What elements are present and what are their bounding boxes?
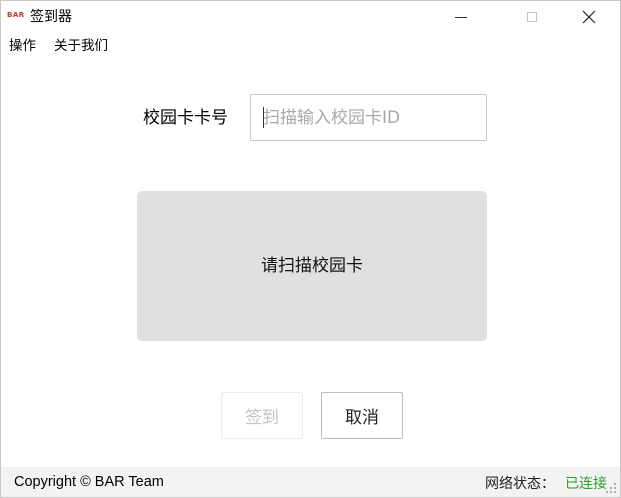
minimize-button[interactable]	[438, 1, 484, 33]
app-logo-text: BAR	[7, 11, 25, 19]
title-bar[interactable]: BAR 签到器	[1, 1, 620, 33]
cancel-button-label: 取消	[345, 408, 379, 428]
minimize-icon	[455, 16, 467, 18]
close-icon	[582, 10, 596, 24]
maximize-icon	[527, 12, 537, 22]
sign-in-button-label: 签到	[245, 408, 279, 428]
close-button[interactable]	[566, 1, 612, 33]
cancel-button[interactable]: 取消	[321, 392, 403, 439]
menu-item-about[interactable]: 关于我们	[54, 37, 108, 55]
window-title: 签到器	[30, 9, 72, 25]
sign-in-button[interactable]: 签到	[221, 392, 303, 439]
status-bar: Copyright © BAR Team 网络状态： 已连接	[1, 467, 620, 497]
scan-prompt-panel: 请扫描校园卡	[137, 191, 487, 341]
menu-bar: 操作 关于我们	[1, 33, 620, 57]
maximize-button[interactable]	[509, 1, 555, 33]
card-number-label: 校园卡卡号	[143, 108, 228, 128]
app-window: BAR 签到器 操作 关于我们 校园卡卡号 请扫描校园卡 签到 取消 Cop	[0, 0, 621, 498]
network-status-value: 已连接	[565, 476, 607, 492]
menu-item-operations[interactable]: 操作	[9, 37, 36, 55]
text-caret	[263, 107, 264, 128]
copyright-text: Copyright © BAR Team	[14, 474, 164, 490]
network-status-label: 网络状态：	[485, 476, 555, 492]
scan-prompt-text: 请扫描校园卡	[261, 256, 363, 276]
app-logo-icon: BAR	[7, 10, 25, 21]
card-id-input[interactable]	[250, 94, 487, 141]
resize-grip-icon[interactable]	[605, 482, 617, 494]
